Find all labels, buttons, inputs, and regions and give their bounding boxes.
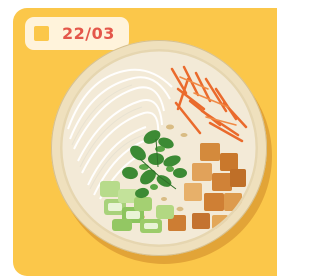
date-label: 22/03 bbox=[62, 24, 115, 43]
date-swatch-icon bbox=[34, 26, 49, 41]
tofu-cubes-icon bbox=[168, 143, 246, 231]
bowl-image bbox=[51, 40, 267, 256]
recipe-card[interactable]: 22/03 bbox=[13, 8, 277, 276]
bowl-contents bbox=[60, 49, 258, 247]
bowl-food-illustration bbox=[60, 49, 258, 247]
date-badge: 22/03 bbox=[25, 17, 129, 50]
